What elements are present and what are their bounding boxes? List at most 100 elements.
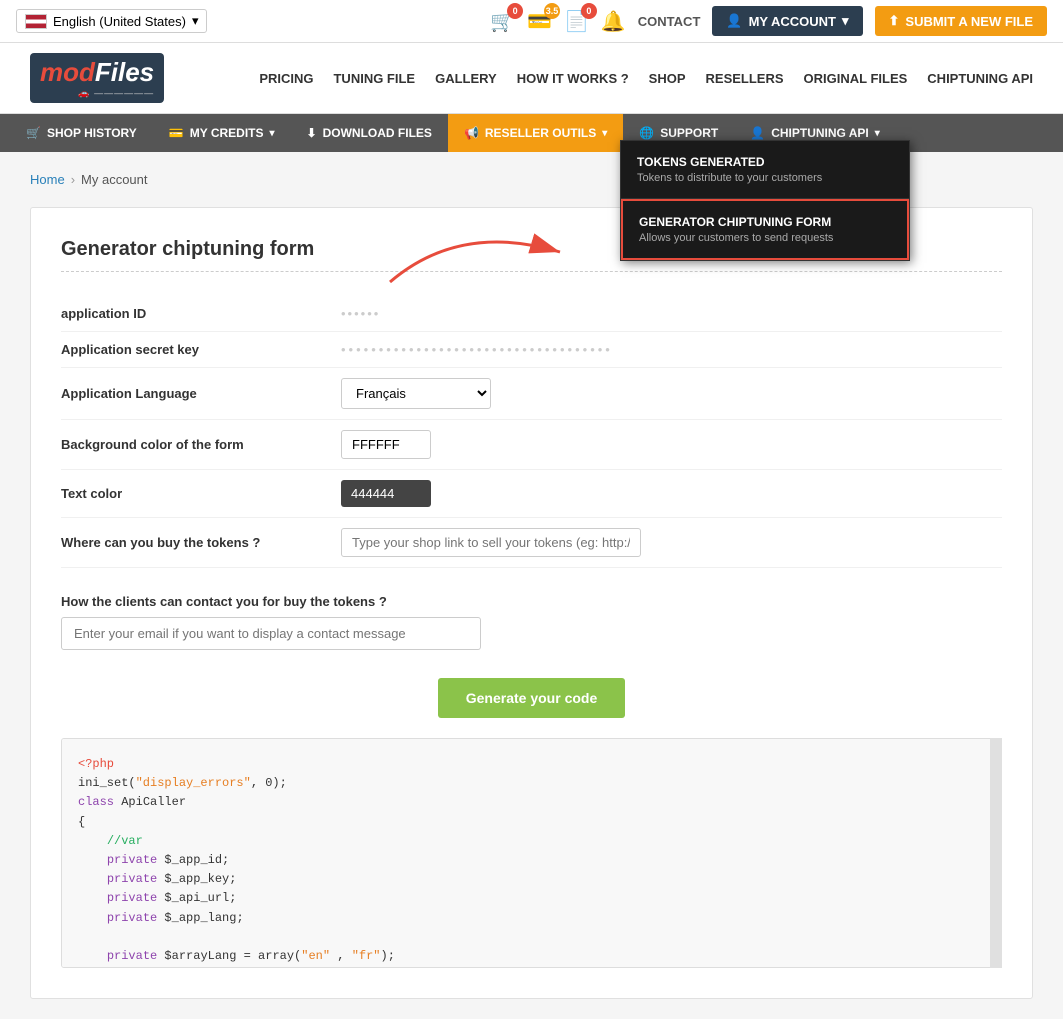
main-nav: PRICING TUNING FILE GALLERY HOW IT WORKS…	[259, 71, 1033, 86]
dropdown-tokens-sub: Tokens to distribute to your customers	[637, 172, 893, 184]
chevron-down-icon: ▾	[192, 13, 199, 29]
upload-icon: ⬆	[889, 13, 900, 29]
nav-how-it-works[interactable]: HOW IT WORKS ?	[517, 71, 629, 86]
app-id-label: application ID	[61, 306, 341, 321]
dropdown-generator-title: GENERATOR CHIPTUNING FORM	[639, 215, 891, 229]
cart-icon-wrap[interactable]: 🛒 0	[490, 9, 515, 34]
breadcrumb-home[interactable]: Home	[30, 172, 65, 187]
logo-tagline: 🚗 ——————	[40, 88, 154, 99]
user-icon: 👤	[726, 13, 742, 29]
arrow-indicator	[380, 212, 600, 292]
text-color-value: 444444	[341, 480, 1002, 507]
bell-icon-wrap[interactable]: 🔔	[601, 9, 626, 34]
credit-icon-wrap[interactable]: 💳 3.5	[527, 9, 552, 34]
sec-nav-support-label: SUPPORT	[660, 126, 718, 140]
credits-chevron-icon: ▾	[270, 128, 275, 139]
bg-color-label: Background color of the form	[61, 437, 341, 452]
secret-key-blurred: ••••••••••••••••••••••••••••••••••••	[341, 342, 613, 357]
sec-nav-credits-label: MY CREDITS	[190, 126, 264, 140]
shop-history-icon: 🛒	[26, 126, 41, 140]
reseller-chevron-icon: ▾	[602, 128, 607, 139]
text-color-input[interactable]: 444444	[341, 480, 431, 507]
nav-chiptuning-api[interactable]: CHIPTUNING API	[927, 71, 1033, 86]
sec-nav-reseller-outils[interactable]: 📢 RESELLER OUTILS ▾	[448, 114, 623, 152]
dropdown-generator-form[interactable]: GENERATOR CHIPTUNING FORM Allows your cu…	[621, 199, 909, 260]
language-select[interactable]: Français English Deutsch Español	[341, 378, 491, 409]
reseller-dropdown: TOKENS GENERATED Tokens to distribute to…	[620, 140, 910, 261]
secret-key-label: Application secret key	[61, 342, 341, 357]
cart-badge: 0	[507, 3, 523, 19]
nav-pricing[interactable]: PRICING	[259, 71, 313, 86]
main-content: Home › My account Generator chiptuning f…	[0, 152, 1063, 1019]
nav-resellers[interactable]: RESELLERS	[706, 71, 784, 86]
api-user-icon: 👤	[750, 126, 765, 140]
api-chevron-icon: ▾	[875, 128, 880, 139]
contact-question-label: How the clients can contact you for buy …	[61, 594, 1002, 609]
contact-question-wrap: How the clients can contact you for buy …	[61, 568, 1002, 658]
my-account-label: MY ACCOUNT	[749, 14, 836, 29]
doc-badge: 0	[581, 3, 597, 19]
credits-icon: 💳	[169, 126, 184, 140]
bg-color-row: Background color of the form FFFFFF	[61, 420, 1002, 470]
app-id-row: application ID ••••••	[61, 296, 1002, 332]
language-label: Application Language	[61, 386, 341, 401]
logo[interactable]: mod Files 🚗 ——————	[30, 53, 164, 103]
sec-nav-shop-history[interactable]: 🛒 SHOP HISTORY	[10, 114, 153, 152]
bell-icon: 🔔	[601, 9, 626, 34]
language-label: English (United States)	[53, 14, 186, 29]
nav-tuning-file[interactable]: TUNING FILE	[333, 71, 415, 86]
download-icon: ⬇	[307, 126, 317, 140]
sec-nav-download-label: DOWNLOAD FILES	[323, 126, 432, 140]
sec-nav-my-credits[interactable]: 💳 MY CREDITS ▾	[153, 114, 291, 152]
top-bar: English (United States) ▾ 🛒 0 💳 3.5 📄 0 …	[0, 0, 1063, 43]
bg-color-input[interactable]: FFFFFF	[341, 430, 431, 459]
secret-key-value: ••••••••••••••••••••••••••••••••••••	[341, 342, 1002, 357]
breadcrumb-separator: ›	[71, 172, 75, 187]
text-color-row: Text color 444444	[61, 470, 1002, 518]
credit-badge: 3.5	[544, 3, 560, 19]
generate-button[interactable]: Generate your code	[438, 678, 626, 718]
language-value[interactable]: Français English Deutsch Español	[341, 378, 1002, 409]
sec-nav-shop-history-label: SHOP HISTORY	[47, 126, 137, 140]
language-selector-wrap[interactable]: English (United States) ▾	[16, 9, 207, 33]
shop-link-value[interactable]	[341, 528, 1002, 557]
language-selector[interactable]: English (United States) ▾	[16, 9, 207, 33]
nav-original-files[interactable]: ORIGINAL FILES	[804, 71, 908, 86]
code-output[interactable]: <?php ini_set("display_errors", 0); clas…	[61, 738, 1002, 968]
submit-new-file-button[interactable]: ⬆ SUBMIT A NEW FILE	[875, 6, 1048, 36]
code-output-wrap: <?php ini_set("display_errors", 0); clas…	[61, 738, 1002, 968]
reseller-icon: 📢	[464, 126, 479, 140]
logo-wrap: mod Files 🚗 ——————	[30, 53, 164, 103]
nav-gallery[interactable]: GALLERY	[435, 71, 497, 86]
bg-color-value: FFFFFF	[341, 430, 1002, 459]
logo-files: Files	[95, 57, 154, 88]
contact-link[interactable]: CONTACT	[638, 14, 701, 29]
sec-nav-api-label: CHIPTUNING API	[771, 126, 869, 140]
breadcrumb-current: My account	[81, 172, 147, 187]
dropdown-tokens-title: TOKENS GENERATED	[637, 155, 893, 169]
sec-nav-download-files[interactable]: ⬇ DOWNLOAD FILES	[291, 114, 448, 152]
shop-link-input[interactable]	[341, 528, 641, 557]
app-id-blurred: ••••••	[341, 306, 380, 321]
content-box: Generator chiptuning form application ID…	[30, 207, 1033, 999]
submit-label: SUBMIT A NEW FILE	[905, 14, 1033, 29]
text-color-label: Text color	[61, 486, 341, 501]
logo-mod: mod	[40, 57, 95, 88]
dropdown-tokens-generated[interactable]: TOKENS GENERATED Tokens to distribute to…	[621, 141, 909, 199]
chevron-down-icon: ▾	[842, 13, 849, 29]
doc-icon-wrap[interactable]: 📄 0	[564, 9, 589, 34]
support-icon: 🌐	[639, 126, 654, 140]
us-flag-icon	[25, 14, 47, 29]
dropdown-generator-sub: Allows your customers to send requests	[639, 232, 891, 244]
language-row: Application Language Français English De…	[61, 368, 1002, 420]
my-account-button[interactable]: 👤 MY ACCOUNT ▾	[712, 6, 862, 36]
generator-form: application ID •••••• Application secret…	[61, 296, 1002, 658]
code-scrollbar[interactable]	[990, 738, 1002, 968]
logo-bar: mod Files 🚗 —————— PRICING TUNING FILE G…	[0, 43, 1063, 114]
secret-key-row: Application secret key •••••••••••••••••…	[61, 332, 1002, 368]
nav-shop[interactable]: SHOP	[649, 71, 686, 86]
top-bar-icons: 🛒 0 💳 3.5 📄 0 🔔 CONTACT 👤 MY ACCOUNT ▾ ⬆…	[490, 6, 1047, 36]
shop-link-label: Where can you buy the tokens ?	[61, 535, 341, 550]
app-id-value: ••••••	[341, 306, 1002, 321]
email-input[interactable]	[61, 617, 481, 650]
